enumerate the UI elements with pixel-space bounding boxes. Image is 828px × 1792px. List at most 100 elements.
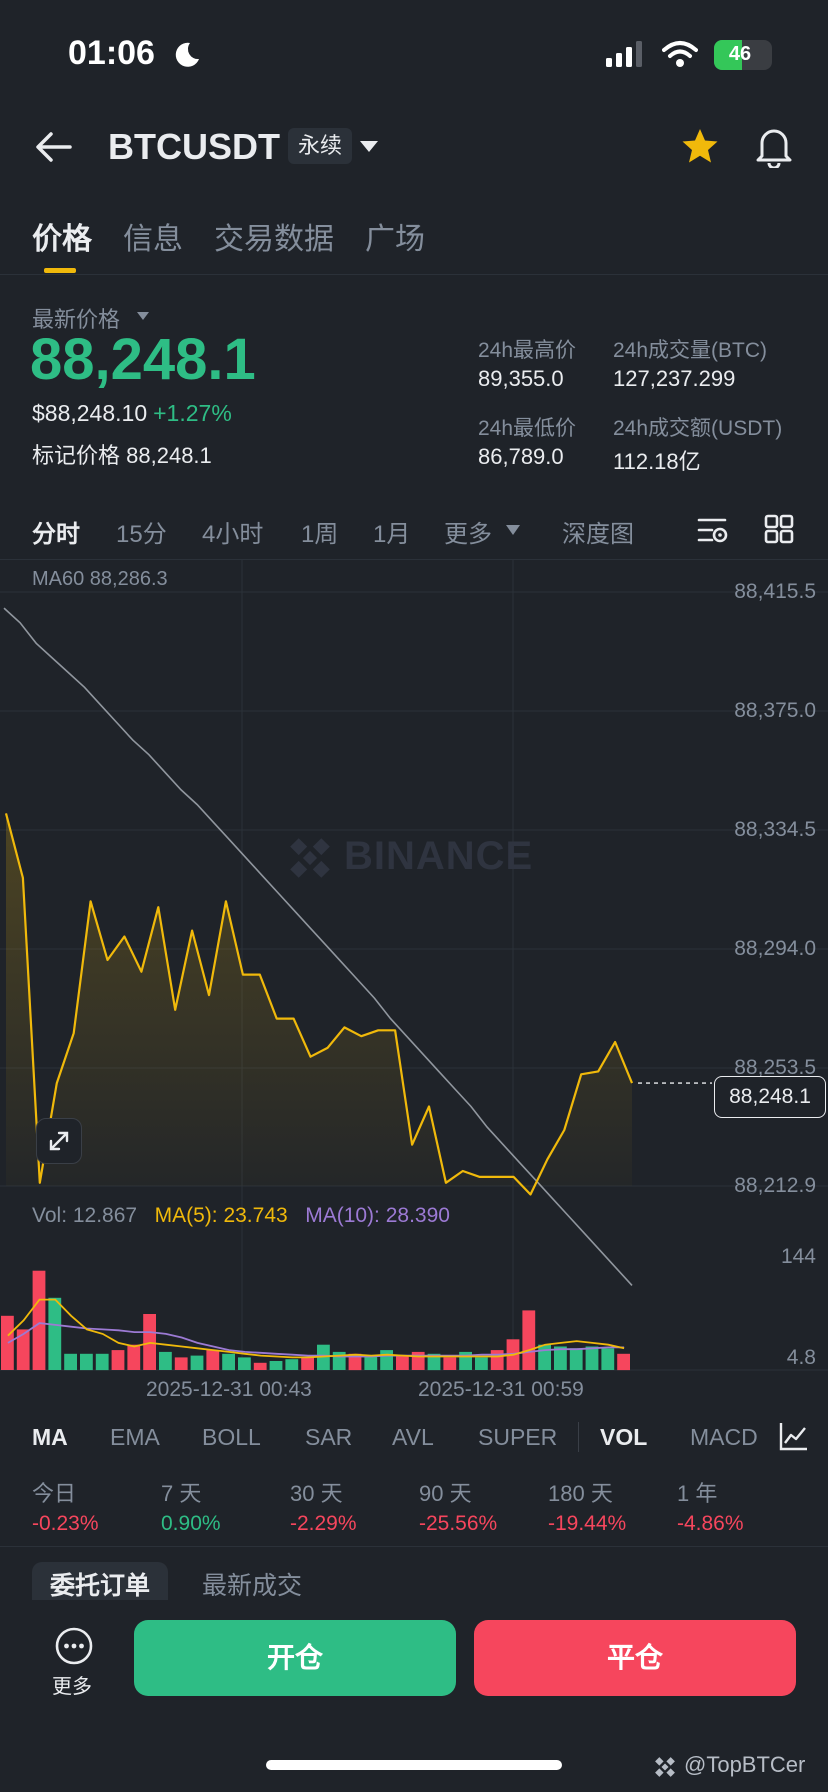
volume-bar xyxy=(585,1346,599,1370)
vol-tick: 144 xyxy=(780,1245,816,1268)
usd-price: $88,248.10 xyxy=(32,400,148,426)
volume-legend: Vol: 12.867 MA(5): 23.743 MA(10): 28.390 xyxy=(32,1204,450,1228)
interval-4h[interactable]: 4小时 xyxy=(202,514,263,549)
volume-bar xyxy=(538,1344,551,1370)
last-price: 88,248.1 xyxy=(30,327,256,392)
indicator-ma[interactable]: MA xyxy=(32,1424,68,1451)
vol-value: Vol: 12.867 xyxy=(32,1204,138,1227)
volume-bar xyxy=(95,1353,109,1371)
volume-bar xyxy=(1,1315,14,1370)
chart-settings-icon[interactable] xyxy=(696,514,728,546)
current-price-tag: 88,248.1 xyxy=(714,1076,826,1118)
interval-15m[interactable]: 15分 xyxy=(116,514,167,549)
indicator-macd[interactable]: MACD xyxy=(690,1424,760,1451)
perf-value: 0.90% xyxy=(161,1512,221,1535)
back-arrow-icon[interactable] xyxy=(34,130,74,164)
volume-bar xyxy=(143,1314,156,1370)
volume-bar xyxy=(48,1297,62,1370)
interval-1w[interactable]: 1周 xyxy=(301,514,338,549)
volume-bar xyxy=(269,1361,283,1370)
volume-bar xyxy=(80,1353,93,1371)
tab-price[interactable]: 价格 xyxy=(32,214,92,258)
x-label: 2025-12-31 00:43 xyxy=(146,1378,312,1401)
price-change: +1.27% xyxy=(153,400,232,426)
bell-icon[interactable] xyxy=(754,124,794,168)
symbol-title[interactable]: BTCUSDT xyxy=(108,126,280,168)
volume-bar xyxy=(380,1350,393,1370)
more-icon[interactable] xyxy=(54,1626,94,1666)
volume-bar xyxy=(301,1357,314,1370)
perf-value: -0.23% xyxy=(32,1512,99,1535)
moon-icon xyxy=(175,42,199,67)
tab-info[interactable]: 信息 xyxy=(123,214,183,258)
perf-label: 90 天 xyxy=(419,1481,472,1506)
volume-bar xyxy=(64,1353,77,1371)
binance-watermark: BINANCE xyxy=(344,834,534,878)
volume-bar xyxy=(364,1355,378,1370)
ma5-value: MA(5): 23.743 xyxy=(154,1204,288,1227)
battery-level: 46 xyxy=(728,43,752,65)
volume-bar xyxy=(190,1355,204,1370)
grid-layout-icon[interactable] xyxy=(764,514,794,544)
volume-bar xyxy=(569,1348,583,1370)
volume-bar xyxy=(522,1310,536,1370)
indicator-super[interactable]: SUPER xyxy=(478,1424,557,1451)
indicator-boll[interactable]: BOLL xyxy=(202,1424,261,1451)
price-chart[interactable] xyxy=(0,560,828,1380)
binance-logo-icon xyxy=(290,838,330,878)
indicator-avl[interactable]: AVL xyxy=(392,1424,434,1451)
volume-bar xyxy=(475,1357,488,1370)
tab-square[interactable]: 广场 xyxy=(365,214,425,258)
ma60-label: MA60 88,286.3 xyxy=(32,568,168,590)
status-time: 01:06 xyxy=(68,34,155,72)
active-tab-indicator xyxy=(44,268,76,273)
volume-bar xyxy=(490,1350,504,1370)
y-tick: 88,415.5 xyxy=(734,580,816,603)
interval-1m[interactable]: 1月 xyxy=(373,514,410,549)
mark-price-value: 88,248.1 xyxy=(126,443,212,468)
author-credit: @TopBTCer xyxy=(684,1752,806,1777)
indicator-separator xyxy=(578,1422,579,1452)
mark-price-label: 标记价格 xyxy=(32,443,121,468)
close-position-button[interactable]: 平仓 xyxy=(474,1620,796,1696)
tabs-divider xyxy=(0,274,828,275)
caret-down-icon[interactable] xyxy=(136,311,150,321)
mark-price-line: 标记价格 88,248.1 xyxy=(32,438,212,470)
tab-trading-data[interactable]: 交易数据 xyxy=(214,214,334,258)
low-label: 24h最低价 xyxy=(478,417,577,440)
star-icon[interactable] xyxy=(680,126,720,166)
perf-label: 30 天 xyxy=(290,1481,343,1506)
volume-bar xyxy=(174,1357,188,1370)
perf-value: -2.29% xyxy=(290,1512,357,1535)
indicator-settings-icon[interactable] xyxy=(778,1420,810,1452)
ma10-value: MA(10): 28.390 xyxy=(305,1204,450,1227)
volume-bar xyxy=(601,1348,615,1370)
volume-bar xyxy=(222,1353,235,1371)
volume-bar xyxy=(411,1351,425,1370)
perf-label: 今日 xyxy=(32,1481,77,1506)
interval-more[interactable]: 更多 xyxy=(444,514,492,549)
vol-tick: 4.8 xyxy=(786,1346,816,1369)
perf-value: -25.56% xyxy=(419,1512,498,1535)
volume-bar xyxy=(32,1270,46,1370)
indicator-vol[interactable]: VOL xyxy=(600,1424,647,1451)
home-indicator[interactable] xyxy=(266,1760,562,1770)
caret-down-icon[interactable] xyxy=(505,524,521,536)
open-position-button[interactable]: 开仓 xyxy=(134,1620,456,1696)
battery-icon: 46 xyxy=(714,40,772,70)
volume-bar xyxy=(16,1329,30,1370)
interval-time[interactable]: 分时 xyxy=(32,514,80,549)
caret-down-icon[interactable] xyxy=(358,138,380,154)
vol-btc-label: 24h成交量(BTC) xyxy=(613,339,768,362)
y-tick: 88,334.5 xyxy=(734,818,816,841)
perf-value: -4.86% xyxy=(677,1512,744,1535)
interval-depth[interactable]: 深度图 xyxy=(562,514,634,549)
indicator-ema[interactable]: EMA xyxy=(110,1424,160,1451)
indicator-sar[interactable]: SAR xyxy=(305,1424,352,1451)
expand-chart-button[interactable] xyxy=(36,1118,82,1164)
high-label: 24h最高价 xyxy=(478,339,577,362)
vol-btc-value: 127,237.299 xyxy=(613,366,736,391)
vol-usdt-label: 24h成交额(USDT) xyxy=(613,417,783,440)
more-label[interactable]: 更多 xyxy=(52,1670,92,1699)
volume-bar xyxy=(159,1351,172,1370)
